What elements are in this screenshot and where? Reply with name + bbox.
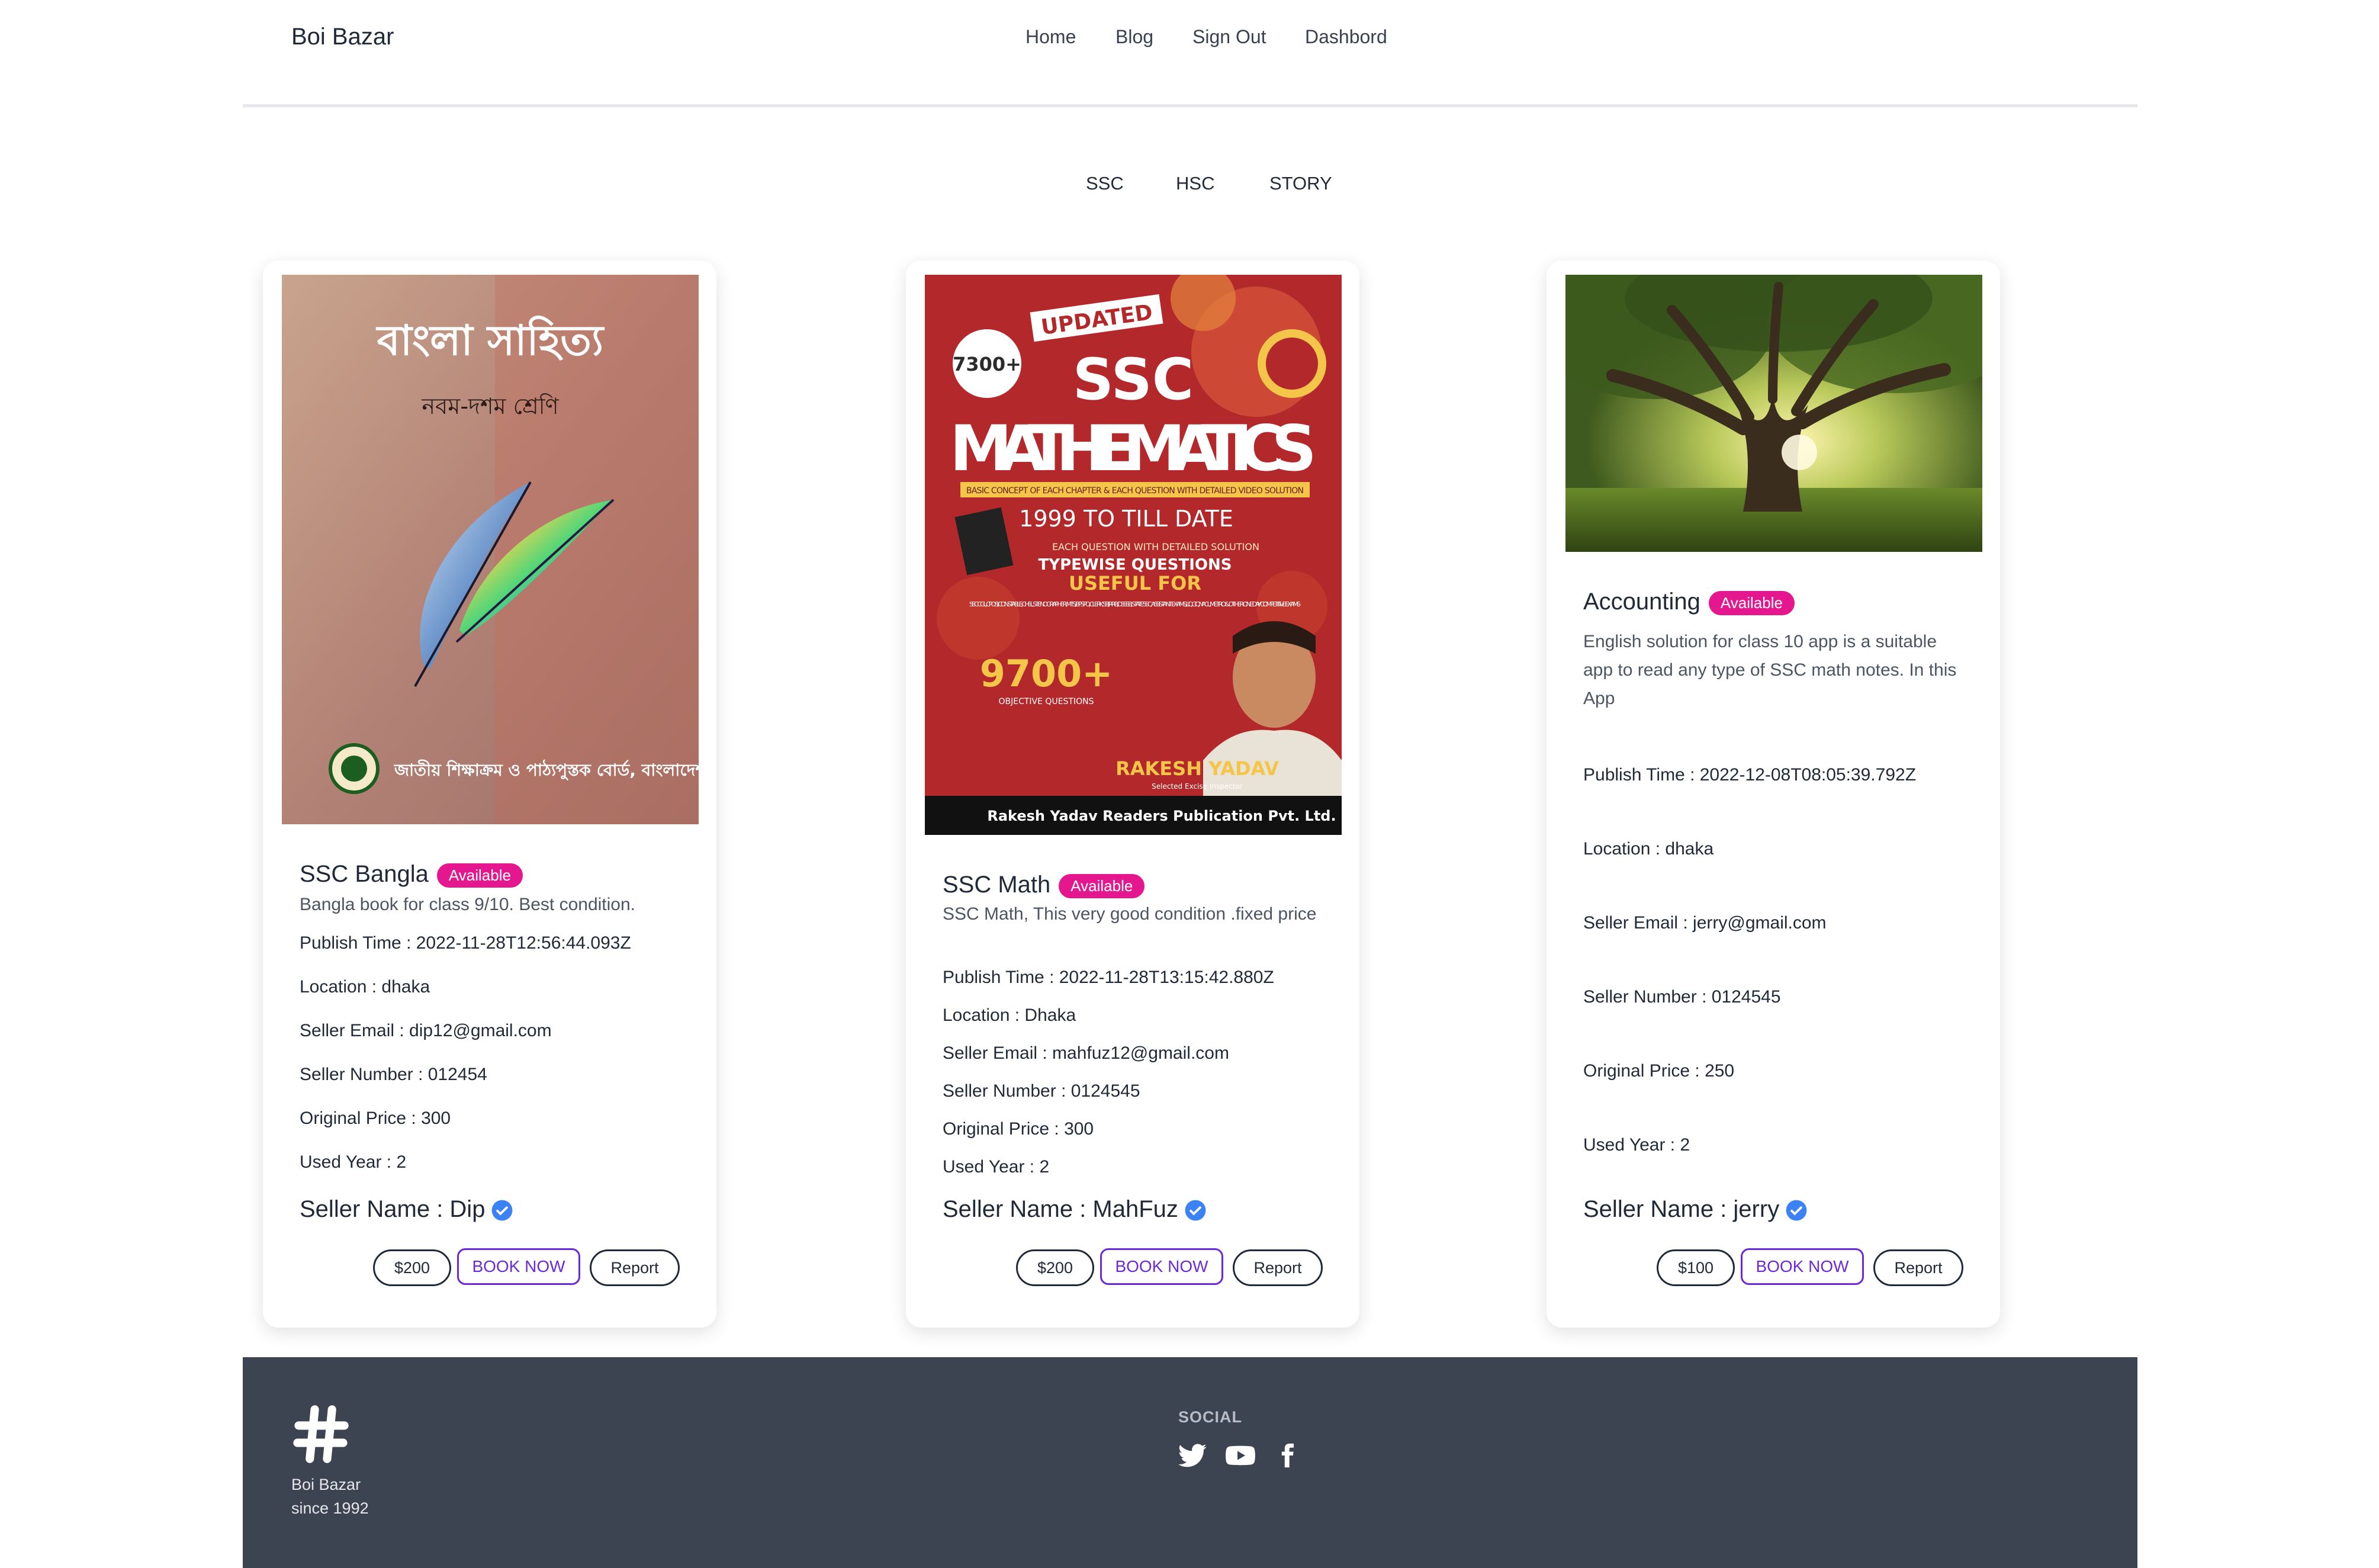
location: Location : Dhaka bbox=[943, 1005, 1076, 1025]
book-title: SSC Math Available bbox=[943, 872, 1145, 898]
twitter-icon[interactable] bbox=[1177, 1440, 1208, 1471]
nav-link-home[interactable]: Home bbox=[1025, 26, 1076, 48]
cover-line-2: TYPEWISE QUESTIONS bbox=[1039, 556, 1232, 574]
location: Location : dhaka bbox=[300, 977, 430, 997]
footer-since: since 1992 bbox=[291, 1499, 369, 1517]
seller-email: Seller Email : dip12@gmail.com bbox=[300, 1021, 552, 1040]
book-title: Accounting Available bbox=[1583, 589, 1795, 615]
used-year: Used Year : 2 bbox=[943, 1157, 1050, 1177]
book-title: SSC Bangla Available bbox=[300, 861, 523, 888]
original-price: Original Price : 250 bbox=[1583, 1061, 1735, 1081]
cover-subtitle: নবম-দশম শ্রেণি bbox=[421, 393, 559, 419]
cover-count: 9700+ bbox=[980, 652, 1113, 695]
cover-author-sub: Selected Excise Inspector bbox=[1152, 782, 1243, 791]
book-description: English solution for class 10 app is a s… bbox=[1583, 632, 1957, 708]
tab-story[interactable]: STORY bbox=[1269, 173, 1332, 194]
verified-icon bbox=[492, 1200, 513, 1221]
book-cover-image: বাংলা সাহিত্য নবম-দশম শ্রেণি জাতীয় শিক্… bbox=[282, 275, 699, 824]
cover-strip: BASIC CONCEPT OF EACH CHAPTER & EACH QUE… bbox=[966, 486, 1304, 496]
nav-link-sign-out[interactable]: Sign Out bbox=[1192, 26, 1266, 48]
cover-publisher: Rakesh Yadav Readers Publication Pvt. Lt… bbox=[987, 808, 1336, 824]
seller-number: Seller Number : 0124545 bbox=[943, 1081, 1140, 1101]
book-card: Accounting Available English solution for… bbox=[1547, 261, 2000, 1328]
status-badge: Available bbox=[1059, 873, 1145, 898]
book-cover-image bbox=[1565, 275, 1982, 552]
book-card: UPDATED 7300+ SSC MATHEMATICS BASIC CONC… bbox=[906, 261, 1359, 1328]
price-button[interactable]: $100 bbox=[1657, 1249, 1735, 1286]
seller-name-text: Seller Name : jerry bbox=[1583, 1196, 1780, 1222]
facebook-icon[interactable] bbox=[1274, 1440, 1300, 1471]
price-button[interactable]: $200 bbox=[373, 1249, 451, 1286]
seller-name-text: Seller Name : MahFuz bbox=[943, 1196, 1178, 1222]
seller-email: Seller Email : mahfuz12@gmail.com bbox=[943, 1043, 1229, 1063]
book-title-text: SSC Math bbox=[943, 872, 1051, 898]
seller-name: Seller Name : Dip bbox=[300, 1196, 513, 1223]
book-title-text: Accounting bbox=[1583, 589, 1700, 615]
used-year: Used Year : 2 bbox=[300, 1152, 407, 1172]
cover-count-sub: OBJECTIVE QUESTIONS bbox=[999, 697, 1094, 706]
tab-hsc[interactable]: HSC bbox=[1176, 173, 1214, 194]
hashtag-logo-icon bbox=[293, 1405, 349, 1463]
book-now-button[interactable]: BOOK NOW bbox=[1741, 1248, 1864, 1285]
verified-icon bbox=[1185, 1200, 1206, 1221]
seller-email: Seller Email : jerry@gmail.com bbox=[1583, 913, 1827, 933]
brand-logo-text[interactable]: Boi Bazar bbox=[291, 24, 394, 50]
cover-title: বাংলা সাহিত্য bbox=[376, 315, 605, 365]
price-button[interactable]: $200 bbox=[1016, 1249, 1094, 1286]
verified-icon bbox=[1786, 1200, 1807, 1221]
seller-name: Seller Name : MahFuz bbox=[943, 1196, 1207, 1223]
cover-badge-count: 7300+ bbox=[953, 353, 1021, 375]
original-price: Original Price : 300 bbox=[300, 1108, 451, 1128]
nav-link-blog[interactable]: Blog bbox=[1115, 26, 1153, 48]
navbar: Boi Bazar Home Blog Sign Out Dashbord bbox=[243, 0, 2137, 107]
book-description: SSC Math, This very good condition .fixe… bbox=[943, 904, 1317, 924]
book-title-text: SSC Bangla bbox=[300, 861, 429, 887]
status-badge: Available bbox=[436, 863, 523, 888]
seller-number: Seller Number : 0124545 bbox=[1583, 987, 1781, 1007]
cover-title-2: MATHEMATICS bbox=[950, 412, 1317, 485]
publish-time: Publish Time : 2022-11-28T13:15:42.880Z bbox=[943, 968, 1274, 987]
cover-line-1: EACH QUESTION WITH DETAILED SOLUTION bbox=[1052, 541, 1259, 552]
report-button[interactable]: Report bbox=[1233, 1249, 1323, 1286]
book-cover-image: UPDATED 7300+ SSC MATHEMATICS BASIC CONC… bbox=[925, 275, 1342, 835]
footer-brand: Boi Bazar bbox=[291, 1476, 361, 1493]
seller-name: Seller Name : jerry bbox=[1583, 1196, 1808, 1223]
original-price: Original Price : 300 bbox=[943, 1119, 1094, 1139]
cover-line-3: USEFUL FOR bbox=[1069, 572, 1201, 595]
location: Location : dhaka bbox=[1583, 839, 1714, 859]
report-button[interactable]: Report bbox=[1873, 1249, 1963, 1286]
publish-time: Publish Time : 2022-11-28T12:56:44.093Z bbox=[300, 933, 631, 953]
status-badge: Available bbox=[1708, 590, 1795, 615]
seller-number: Seller Number : 012454 bbox=[300, 1065, 487, 1084]
tab-ssc[interactable]: SSC bbox=[1086, 173, 1124, 194]
cover-line-4: SSC CGL, CPO SI, CONSTABLE, CHSL, STENOG… bbox=[969, 600, 1301, 608]
footer: Boi Bazar since 1992 SOCIAL bbox=[243, 1357, 2137, 1568]
social-heading: SOCIAL bbox=[1178, 1408, 1243, 1426]
book-now-button[interactable]: BOOK NOW bbox=[457, 1248, 580, 1285]
cover-title-1: SSC bbox=[1073, 346, 1194, 413]
nav-link-dashboard[interactable]: Dashbord bbox=[1305, 26, 1387, 48]
youtube-icon[interactable] bbox=[1224, 1440, 1256, 1471]
publish-time: Publish Time : 2022-12-08T08:05:39.792Z bbox=[1583, 765, 1917, 785]
book-card: বাংলা সাহিত্য নবম-দশম শ্রেণি জাতীয় শিক্… bbox=[263, 261, 716, 1328]
cover-footer: জাতীয় শিক্ষাক্রম ও পাঠ্যপুস্তক বোর্ড, ব… bbox=[394, 759, 699, 780]
book-description: Bangla book for class 9/10. Best conditi… bbox=[300, 895, 636, 914]
book-now-button[interactable]: BOOK NOW bbox=[1100, 1248, 1223, 1285]
cover-range: 1999 TO TILL DATE bbox=[1019, 506, 1233, 532]
seller-name-text: Seller Name : Dip bbox=[300, 1196, 486, 1222]
report-button[interactable]: Report bbox=[590, 1249, 680, 1286]
used-year: Used Year : 2 bbox=[1583, 1135, 1690, 1155]
cover-author: RAKESH YADAV bbox=[1115, 757, 1279, 780]
